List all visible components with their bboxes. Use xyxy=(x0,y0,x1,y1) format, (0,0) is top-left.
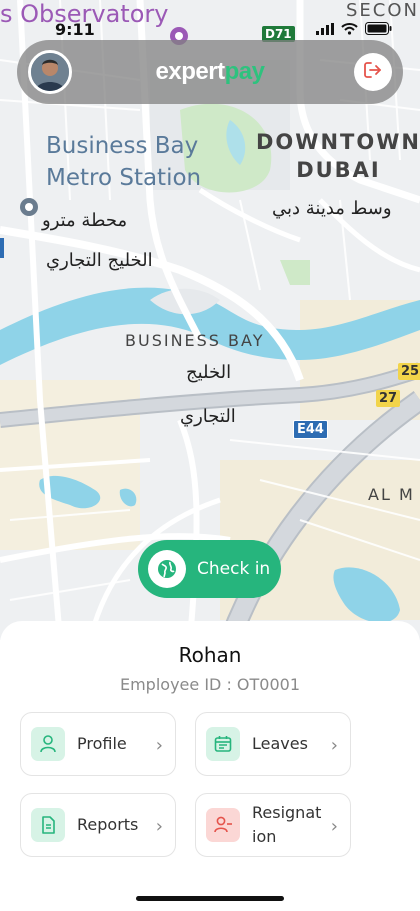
map-label-arabic-bb1: الخليج xyxy=(186,362,232,383)
map-label-arabic-metro2: الخليج التجاري xyxy=(46,250,153,271)
check-in-button[interactable]: Check in xyxy=(138,540,281,598)
reports-card[interactable]: Reports › xyxy=(20,793,176,857)
map-label-business-bay: BUSINESS BAY xyxy=(125,331,265,350)
map-label-al-m: AL M xyxy=(368,485,415,504)
road-shield-e44: E44 xyxy=(293,420,328,439)
status-icons xyxy=(316,20,392,39)
signal-icon xyxy=(316,20,334,39)
status-time: 9:11 xyxy=(55,20,95,39)
map-label-metro-line1: Business Bay xyxy=(46,133,199,159)
wifi-icon xyxy=(341,20,358,39)
document-icon xyxy=(31,808,65,842)
road-shield-27: 27 xyxy=(376,390,401,407)
battery-icon xyxy=(365,20,392,39)
resignation-card[interactable]: Resignat ion › xyxy=(195,793,351,857)
map-label-downtown: DOWNTOWN DUBAI xyxy=(256,128,420,184)
employee-id: Employee ID : OT0001 xyxy=(119,675,300,694)
map-label-arabic-metro: محطة مترو xyxy=(42,210,128,231)
globe-icon xyxy=(148,550,186,588)
bottom-sheet: Rohan Employee ID : OT0001 Profile › Lea… xyxy=(0,621,420,911)
chevron-right-icon: › xyxy=(330,735,338,756)
map-label-second: SECON xyxy=(346,0,419,21)
leaves-label: Leaves xyxy=(252,734,308,753)
home-indicator xyxy=(136,896,284,901)
avatar[interactable] xyxy=(28,50,72,94)
logo-text-expert: expert xyxy=(155,58,226,85)
user-icon xyxy=(31,727,65,761)
map-label-arabic-downtown: وسط مدينة دبي xyxy=(272,198,392,219)
map-label-arabic-bb2: التجاري xyxy=(180,406,236,427)
leaves-card[interactable]: Leaves › xyxy=(195,712,351,776)
map-label-downtown-line1: DOWNTOWN xyxy=(256,130,420,154)
app-header: expertpay xyxy=(17,40,403,104)
employee-name: Rohan xyxy=(178,643,242,667)
user-remove-icon xyxy=(206,808,240,842)
calendar-icon xyxy=(206,727,240,761)
chevron-right-icon: › xyxy=(155,735,163,756)
logo-text-pay: pay xyxy=(224,58,265,85)
app-logo: expertpay xyxy=(156,58,265,86)
logout-icon xyxy=(363,60,383,84)
logout-button[interactable] xyxy=(354,53,392,91)
chevron-right-icon: › xyxy=(155,816,163,837)
chevron-right-icon: › xyxy=(330,816,338,837)
check-in-label: Check in xyxy=(197,559,271,579)
reports-label: Reports xyxy=(77,815,139,834)
map-label-metro: Business Bay Metro Station xyxy=(46,130,201,194)
map-label-downtown-line2: DUBAI xyxy=(296,158,381,182)
map-label-metro-line2: Metro Station xyxy=(46,165,202,191)
resignation-label-line1: Resignat xyxy=(252,803,322,822)
resignation-label-line2: ion xyxy=(252,827,277,846)
avatar-image xyxy=(31,53,69,91)
profile-label: Profile xyxy=(77,734,127,753)
profile-card[interactable]: Profile › xyxy=(20,712,176,776)
resignation-label: Resignat ion xyxy=(252,801,321,849)
road-shield-25: 25 xyxy=(398,363,420,380)
